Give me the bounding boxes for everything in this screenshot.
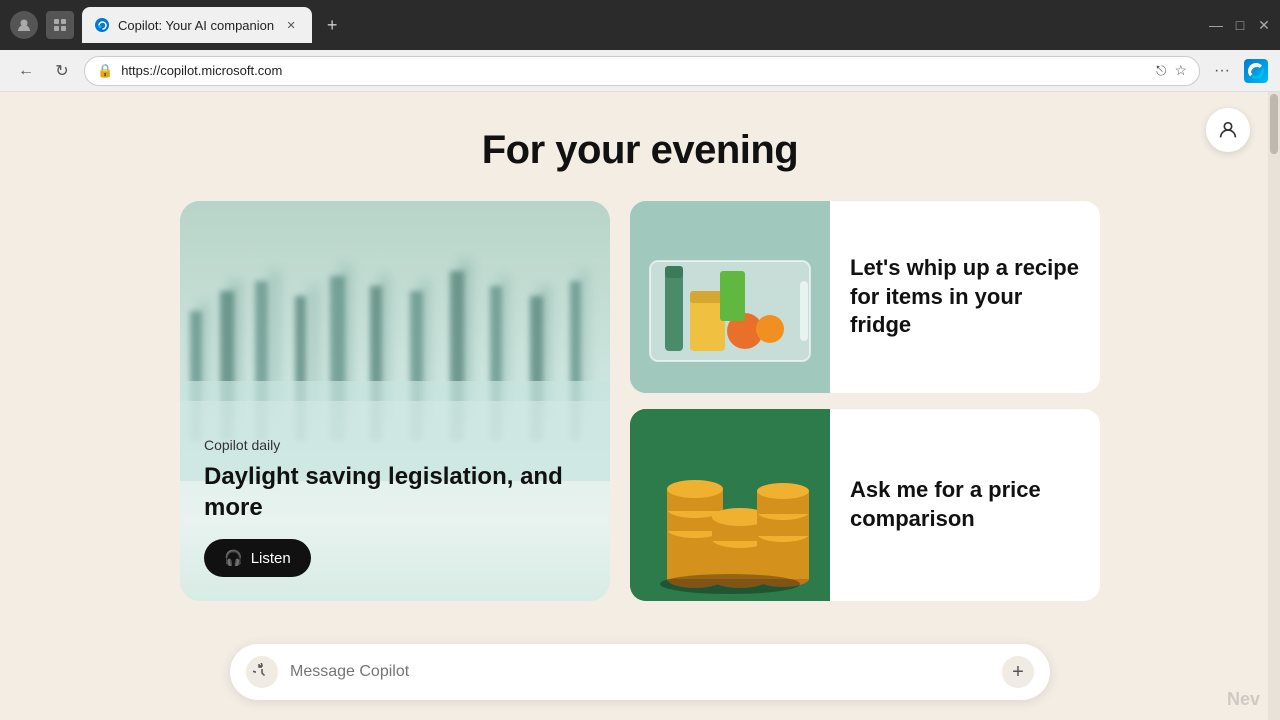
fridge-card-text: Let's whip up a recipe for items in your… — [830, 234, 1100, 360]
message-input[interactable] — [290, 663, 990, 681]
watermark: Nev — [1227, 689, 1260, 710]
headphones-icon: 🎧 — [224, 549, 243, 567]
more-options-button[interactable]: ··· — [1208, 57, 1236, 85]
tab-favicon — [94, 17, 110, 33]
tab-close-button[interactable]: ✕ — [282, 16, 300, 34]
coins-card-text: Ask me for a price comparison — [830, 456, 1100, 553]
refresh-button[interactable]: ↻ — [48, 57, 76, 85]
scrollbar[interactable] — [1268, 92, 1280, 720]
history-button[interactable] — [246, 656, 278, 688]
maximize-button[interactable]: □ — [1234, 19, 1246, 31]
coins-image — [630, 409, 830, 601]
new-tab-button[interactable]: + — [318, 11, 346, 39]
card-large-content: Copilot daily Daylight saving legislatio… — [180, 413, 610, 601]
coins-card[interactable]: Ask me for a price comparison — [630, 409, 1100, 601]
extensions-icon[interactable] — [46, 11, 74, 39]
address-bar[interactable]: 🔒 https://copilot.microsoft.com ⎋ ☆ — [84, 56, 1200, 86]
add-attachment-button[interactable]: + — [1002, 656, 1034, 688]
daily-card[interactable]: Copilot daily Daylight saving legislatio… — [180, 201, 610, 601]
message-bar: + — [230, 644, 1050, 700]
browser-titlebar: Copilot: Your AI companion ✕ + — □ ✕ — [0, 0, 1280, 50]
minimize-button[interactable]: — — [1210, 19, 1222, 31]
lock-icon: 🔒 — [97, 63, 113, 79]
tab-label: Copilot: Your AI companion — [118, 18, 274, 33]
fridge-image — [630, 201, 830, 393]
scrollbar-thumb[interactable] — [1270, 94, 1278, 154]
active-tab[interactable]: Copilot: Your AI companion ✕ — [82, 7, 312, 43]
profile-avatar[interactable] — [10, 11, 38, 39]
user-account-button[interactable] — [1206, 108, 1250, 152]
browser-tabs: Copilot: Your AI companion ✕ + — [82, 0, 1202, 50]
external-link-icon: ⎋ — [1156, 63, 1166, 79]
window-controls: — □ ✕ — [1210, 19, 1270, 31]
edge-copilot-button[interactable] — [1244, 59, 1268, 83]
cards-right: Let's whip up a recipe for items in your… — [630, 201, 1100, 601]
browser-toolbar: ← ↻ 🔒 https://copilot.microsoft.com ⎋ ☆ … — [0, 50, 1280, 92]
card-title: Daylight saving legislation, and more — [204, 461, 586, 523]
cards-container: Copilot daily Daylight saving legislatio… — [180, 201, 1100, 601]
listen-button[interactable]: 🎧 Listen — [204, 539, 311, 577]
page-content: For your evening — [0, 92, 1280, 720]
toolbar-actions: ··· — [1208, 57, 1268, 85]
card-category: Copilot daily — [204, 437, 586, 453]
favorite-icon[interactable]: ☆ — [1174, 62, 1187, 79]
fridge-card[interactable]: Let's whip up a recipe for items in your… — [630, 201, 1100, 393]
close-window-button[interactable]: ✕ — [1258, 19, 1270, 31]
back-button[interactable]: ← — [12, 57, 40, 85]
url-text: https://copilot.microsoft.com — [121, 63, 1148, 78]
page-heading: For your evening — [482, 128, 799, 173]
